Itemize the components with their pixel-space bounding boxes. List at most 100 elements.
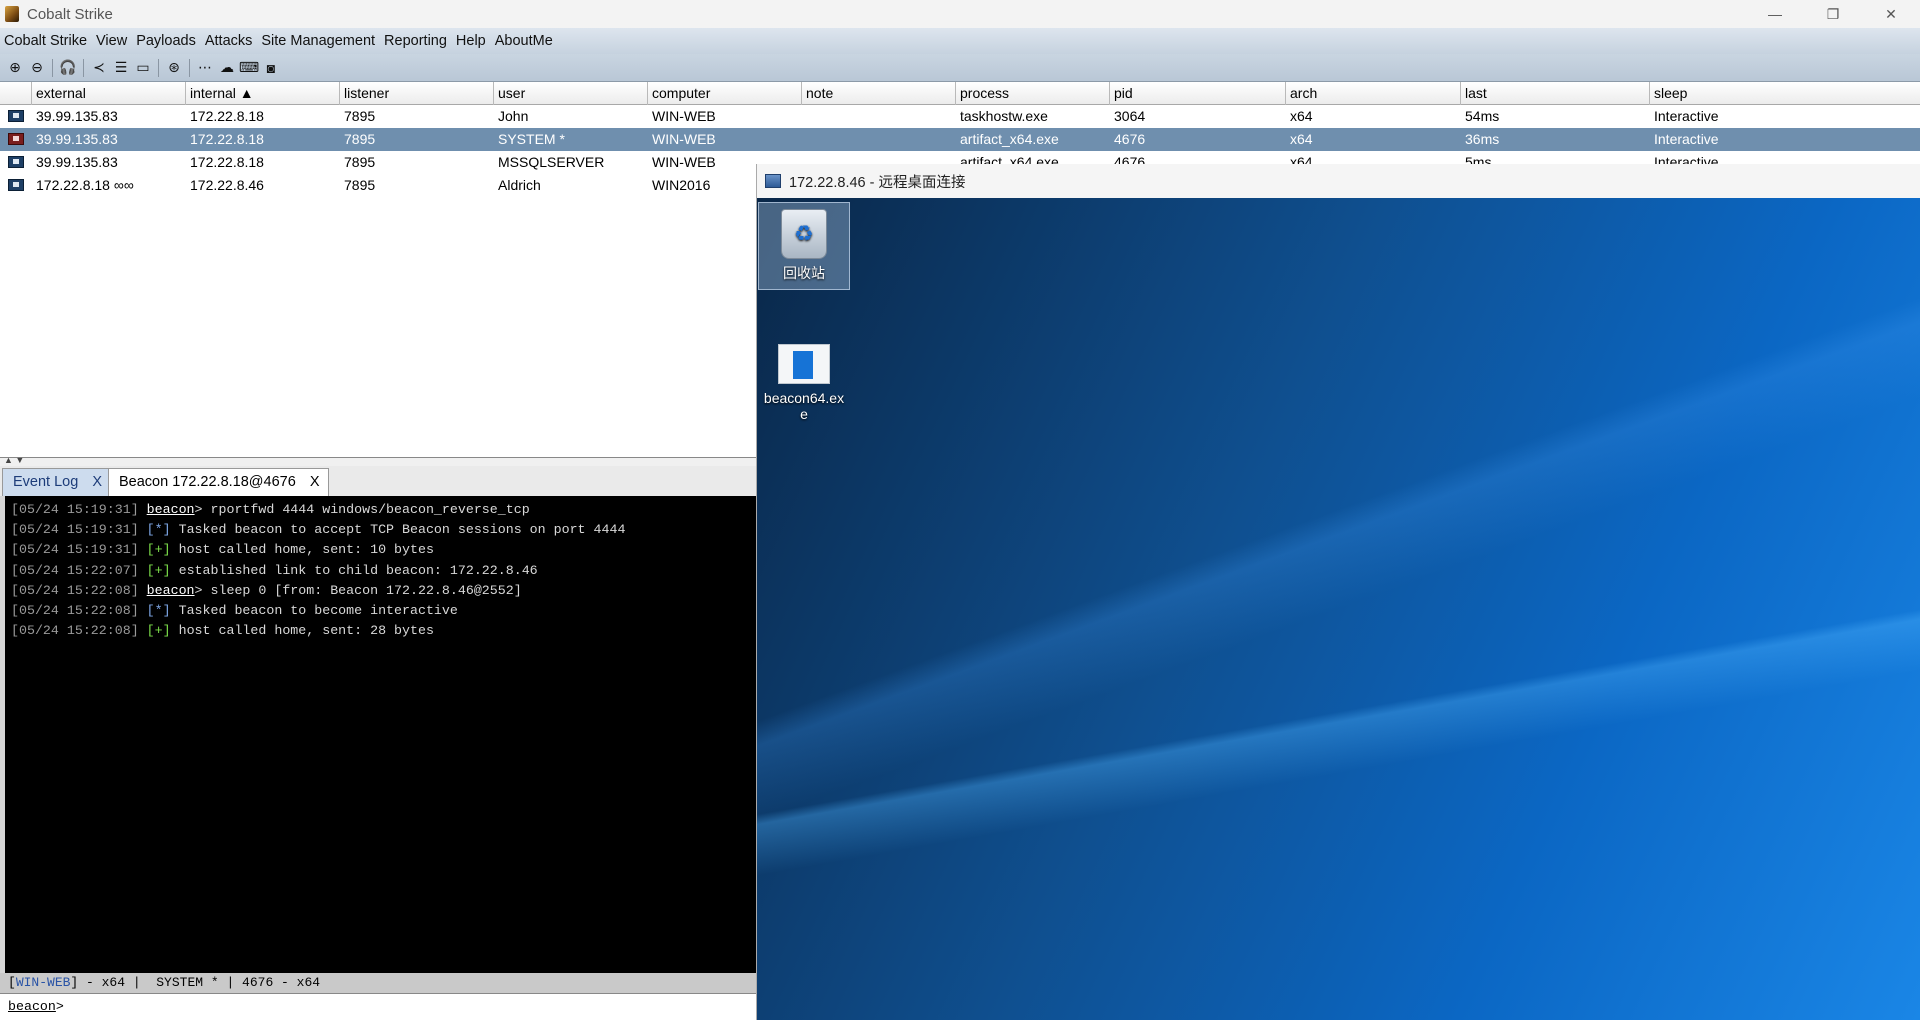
cell-user: MSSQLSERVER — [498, 154, 605, 170]
column-header-computer[interactable]: computer — [648, 82, 802, 105]
log-timestamp: [05/24 15:19:31] — [11, 522, 139, 538]
log-timestamp: [05/24 15:19:31] — [11, 502, 139, 517]
cell-pid: 3064 — [1114, 108, 1146, 124]
beacon-console[interactable]: [05/24 15:19:31] beacon> rportfwd 4444 w… — [0, 496, 760, 973]
log-timestamp: [05/24 15:22:07] — [11, 562, 139, 578]
column-header-note[interactable]: note — [802, 82, 956, 105]
split-pane-handle[interactable]: ▲ ▼ — [4, 455, 24, 465]
toolbar-separator — [83, 58, 84, 77]
camera-icon[interactable]: ◙ — [260, 57, 282, 79]
input-prompt-suffix: > — [55, 999, 64, 1014]
column-header-external[interactable]: external — [32, 82, 186, 105]
menu-site-management[interactable]: Site Management — [257, 33, 380, 49]
close-button[interactable]: ✕ — [1862, 0, 1920, 28]
beacon-command-input[interactable]: beacon> — [0, 993, 760, 1020]
column-header-process[interactable]: process — [956, 82, 1110, 105]
desktop-icon-label: 回收站 — [783, 265, 825, 281]
console-line: [05/24 15:22:08] [*] Tasked beacon to be… — [5, 601, 760, 621]
beacon-status-bar: [WIN-WEB] - x64 | SYSTEM * | 4676 - x64 — [0, 973, 760, 993]
toolbar-separator — [158, 58, 159, 77]
menu-help[interactable]: Help — [452, 33, 491, 49]
menu-view[interactable]: View — [92, 33, 132, 49]
column-header-icon[interactable] — [0, 82, 32, 105]
menu-aboutme[interactable]: AboutMe — [491, 33, 558, 49]
log-timestamp: [05/24 15:19:31] — [11, 542, 139, 558]
window-title: Cobalt Strike — [27, 5, 113, 23]
remote-desktop-window[interactable]: 172.22.8.46 - 远程桌面连接 回收站 beacon64.exe — [756, 164, 1920, 1020]
globe-icon[interactable]: ⊛ — [163, 57, 185, 79]
cell-note — [802, 105, 956, 128]
log-ok-mark: [+] — [146, 562, 171, 578]
log-text: > sleep 0 [from: Beacon 172.22.8.46@2552… — [194, 582, 522, 598]
rdp-titlebar[interactable]: 172.22.8.46 - 远程桌面连接 — [757, 164, 1920, 198]
tab-beacon[interactable]: Beacon 172.22.8.18@4676 X — [108, 468, 329, 496]
console-line: [05/24 15:19:31] [+] host called home, s… — [5, 540, 760, 560]
cell-last: 36ms — [1465, 131, 1500, 147]
status-details: ] - x64 | SYSTEM * | 4676 - x64 — [70, 975, 321, 990]
column-header-user[interactable]: user — [494, 82, 648, 105]
column-header-pid[interactable]: pid — [1110, 82, 1286, 105]
session-host-icon — [8, 179, 24, 191]
screen-icon[interactable]: ▭ — [132, 57, 154, 79]
window-titlebar: Cobalt Strike — ❐ ✕ — [0, 0, 1920, 28]
column-header-internal[interactable]: internal ▲ — [186, 82, 340, 105]
cell-process: artifact_x64.exe — [960, 131, 1059, 147]
desktop-icon-recycle-bin[interactable]: 回收站 — [758, 202, 850, 290]
column-header-listener[interactable]: listener — [340, 82, 494, 105]
window-controls: — ❐ ✕ — [1746, 0, 1920, 28]
log-prompt: beacon — [146, 582, 195, 598]
log-info-mark: [*] — [146, 522, 171, 538]
headphones-icon[interactable]: 🎧 — [57, 57, 79, 79]
cell-sleep: Interactive — [1654, 108, 1719, 124]
cell-user: John — [498, 108, 529, 124]
remote-desktop-screen[interactable]: 回收站 beacon64.exe — [757, 198, 1920, 1020]
desktop-icon-beacon-exe[interactable]: beacon64.exe — [758, 338, 850, 438]
log-text: Tasked beacon to accept TCP Beacon sessi… — [170, 522, 626, 538]
cell-computer: WIN-WEB — [652, 131, 716, 147]
cell-listener: 7895 — [344, 131, 376, 147]
cell-sleep: Interactive — [1654, 131, 1719, 147]
minimize-button[interactable]: — — [1746, 0, 1804, 28]
cloud-download-icon[interactable]: ☁ — [216, 57, 238, 79]
maximize-button[interactable]: ❐ — [1804, 0, 1862, 28]
cell-listener: 7895 — [344, 108, 376, 124]
recycle-bin-icon — [781, 209, 827, 259]
menu-payloads[interactable]: Payloads — [132, 33, 201, 49]
log-text: established link to child beacon: 172.22… — [170, 562, 538, 578]
tab-label: Event Log — [13, 474, 79, 490]
cell-internal: 172.22.8.18 — [190, 154, 264, 170]
cell-user: Aldrich — [498, 177, 541, 193]
input-prompt: beacon — [8, 999, 56, 1014]
add-circle-icon[interactable]: ⊕ — [4, 57, 26, 79]
log-text: host called home, sent: 10 bytes — [170, 542, 434, 558]
menu-attacks[interactable]: Attacks — [201, 33, 258, 49]
tab-close-button[interactable]: X — [92, 474, 102, 490]
table-row[interactable]: 39.99.135.83 172.22.8.18 7895 John WIN-W… — [0, 105, 1920, 128]
column-header-arch[interactable]: arch — [1286, 82, 1461, 105]
toolbar-separator — [52, 58, 53, 77]
menu-reporting[interactable]: Reporting — [380, 33, 452, 49]
column-header-sleep[interactable]: sleep — [1650, 82, 1920, 105]
share-icon[interactable]: ≺ — [88, 57, 110, 79]
tab-event-log[interactable]: Event Log X — [2, 468, 112, 496]
tab-label: Beacon 172.22.8.18@4676 — [119, 474, 296, 490]
tab-close-button[interactable]: X — [310, 474, 320, 490]
console-line: [05/24 15:19:31] [*] Tasked beacon to ac… — [5, 520, 760, 540]
cell-external: 39.99.135.83 — [36, 108, 118, 124]
remove-circle-icon[interactable]: ⊖ — [26, 57, 48, 79]
cell-external: 39.99.135.83 — [36, 154, 118, 170]
list-icon[interactable]: ☰ — [110, 57, 132, 79]
console-line: [05/24 15:22:08] [+] host called home, s… — [5, 621, 760, 641]
session-host-elevated-icon — [8, 133, 24, 145]
console-line: [05/24 15:22:08] beacon> sleep 0 [from: … — [5, 581, 760, 601]
cell-user: SYSTEM * — [498, 131, 565, 147]
status-bracket: [ — [8, 975, 16, 990]
dots-icon[interactable]: ⋯ — [194, 57, 216, 79]
column-header-last[interactable]: last — [1461, 82, 1650, 105]
cell-note — [802, 128, 956, 151]
keyboard-icon[interactable]: ⌨ — [238, 57, 260, 79]
menu-cobalt-strike[interactable]: Cobalt Strike — [0, 33, 92, 49]
log-info-mark: [*] — [146, 602, 171, 618]
table-row-selected[interactable]: 39.99.135.83 172.22.8.18 7895 SYSTEM * W… — [0, 128, 1920, 151]
cell-pid: 4676 — [1114, 131, 1146, 147]
